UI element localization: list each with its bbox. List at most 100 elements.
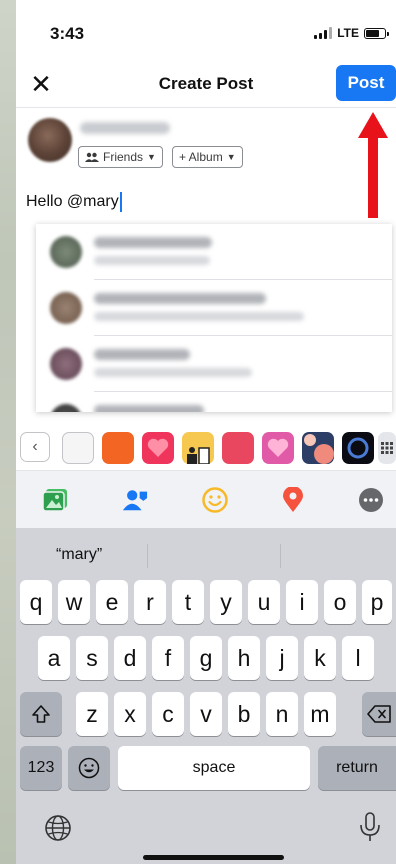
post-text: Hello @mary [26, 193, 119, 210]
key-c[interactable]: c [152, 692, 184, 736]
album-label: + Album [179, 150, 223, 164]
signal-icon [314, 27, 333, 39]
divider [280, 544, 281, 568]
mention-detail-blurred [94, 256, 210, 265]
swatch-orange[interactable] [102, 432, 134, 464]
swatch-pattern[interactable] [302, 432, 334, 464]
key-s[interactable]: s [76, 636, 108, 680]
mention-name-blurred [94, 405, 204, 412]
chevron-down-icon: ▼ [147, 152, 156, 162]
album-selector[interactable]: + Album ▼ [172, 146, 243, 168]
numbers-key[interactable]: 123 [20, 746, 62, 790]
key-l[interactable]: l [342, 636, 374, 680]
post-text-input[interactable]: Hello @mary [26, 192, 122, 212]
key-g[interactable]: g [190, 636, 222, 680]
red-arrow-annotation [358, 112, 388, 218]
feeling-icon[interactable] [202, 487, 228, 513]
emoji-icon [78, 757, 100, 779]
key-a[interactable]: a [38, 636, 70, 680]
keyboard: “mary” q w e r t y u i o p a s d f g h j… [16, 528, 396, 864]
pattern-icon [304, 434, 334, 464]
chevron-down-icon: ▼ [226, 152, 236, 162]
globe-icon[interactable] [44, 814, 72, 842]
mention-suggestion[interactable] [36, 392, 392, 412]
location-icon[interactable] [280, 487, 306, 513]
emoji-key[interactable] [68, 746, 110, 790]
grid-icon-glyph [381, 442, 393, 454]
swatch-dark[interactable] [342, 432, 374, 464]
key-b[interactable]: b [228, 692, 260, 736]
grid-icon[interactable] [378, 432, 396, 464]
key-e[interactable]: e [96, 580, 128, 624]
suggestion-item[interactable]: “mary” [56, 546, 102, 564]
key-t[interactable]: t [172, 580, 204, 624]
audience-selector[interactable]: Friends ▼ [78, 146, 163, 168]
background-picker: ‹ [16, 426, 396, 470]
author-name-blurred [80, 122, 170, 134]
key-w[interactable]: w [58, 580, 90, 624]
header: ✕ Create Post Post [16, 62, 396, 108]
key-u[interactable]: u [248, 580, 280, 624]
mention-detail-blurred [94, 368, 252, 377]
friends-icon [85, 152, 99, 162]
key-m[interactable]: m [304, 692, 336, 736]
key-z[interactable]: z [76, 692, 108, 736]
key-v[interactable]: v [190, 692, 222, 736]
key-n[interactable]: n [266, 692, 298, 736]
composer-action-bar [16, 470, 396, 528]
mention-avatar [50, 236, 82, 268]
key-j[interactable]: j [266, 636, 298, 680]
key-k[interactable]: k [304, 636, 336, 680]
mention-name-blurred [94, 349, 190, 360]
return-key[interactable]: return [318, 746, 396, 790]
text-cursor [119, 192, 122, 212]
mention-avatar [50, 292, 82, 324]
more-options-icon[interactable] [358, 487, 384, 513]
key-h[interactable]: h [228, 636, 260, 680]
autocomplete-bar: “mary” [16, 536, 396, 570]
key-d[interactable]: d [114, 636, 146, 680]
status-bar: 3:43 LTE [16, 0, 396, 64]
key-i[interactable]: i [286, 580, 318, 624]
key-o[interactable]: o [324, 580, 356, 624]
key-x[interactable]: x [114, 692, 146, 736]
heart-icon [267, 438, 289, 457]
mention-suggestion[interactable] [36, 224, 392, 280]
mention-name-blurred [94, 237, 212, 248]
microphone-icon[interactable] [358, 812, 382, 842]
mention-avatar [50, 404, 82, 412]
heart-icon [147, 438, 169, 457]
swatch-illustration[interactable] [182, 432, 214, 464]
shift-key[interactable] [20, 692, 62, 736]
backspace-key[interactable] [362, 692, 396, 736]
key-p[interactable]: p [362, 580, 392, 624]
swatch-white[interactable] [62, 432, 94, 464]
blurred-background [0, 0, 16, 864]
key-r[interactable]: r [134, 580, 166, 624]
post-button[interactable]: Post [336, 65, 396, 101]
swatch-heart[interactable] [142, 432, 174, 464]
key-q[interactable]: q [20, 580, 52, 624]
mention-suggestion[interactable] [36, 336, 392, 392]
space-key[interactable]: space [118, 746, 310, 790]
home-indicator[interactable] [143, 855, 284, 860]
swatch-pink-red[interactable] [222, 432, 254, 464]
illustration-icon [187, 447, 210, 464]
avatar[interactable] [28, 118, 72, 162]
divider [147, 544, 148, 568]
shift-icon [32, 705, 50, 723]
photo-icon[interactable] [42, 487, 68, 513]
status-time: 3:43 [50, 24, 85, 43]
key-f[interactable]: f [152, 636, 184, 680]
mention-name-blurred [94, 293, 266, 304]
mention-suggestion[interactable] [36, 280, 392, 336]
swatch-hearts[interactable] [262, 432, 294, 464]
mention-avatar [50, 348, 82, 380]
circle-icon [347, 437, 369, 459]
mention-suggestions [36, 224, 392, 412]
chevron-left-icon[interactable]: ‹ [20, 432, 50, 462]
network-label: LTE [337, 26, 359, 40]
mention-detail-blurred [94, 312, 304, 321]
tag-people-icon[interactable] [122, 487, 148, 513]
key-y[interactable]: y [210, 580, 242, 624]
